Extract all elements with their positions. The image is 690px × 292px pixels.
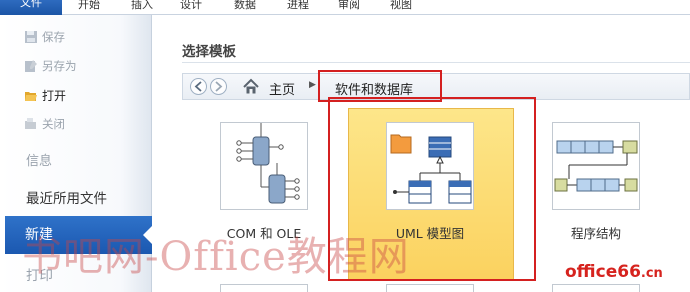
close-doc-icon bbox=[24, 117, 38, 131]
back-button[interactable] bbox=[190, 78, 207, 95]
template-thumb-com-ole[interactable] bbox=[220, 122, 308, 210]
template-thumb-row2[interactable] bbox=[220, 284, 308, 292]
program-structure-icon bbox=[554, 140, 638, 192]
template-thumb-program-structure[interactable] bbox=[552, 122, 640, 210]
close-command[interactable]: 关闭 bbox=[24, 116, 65, 132]
close-label: 关闭 bbox=[42, 117, 65, 131]
save-as-label: 另存为 bbox=[42, 59, 77, 73]
recent-files-item[interactable]: 最近所用文件 bbox=[26, 187, 107, 207]
template-label-program-structure[interactable]: 程序结构 bbox=[540, 223, 652, 242]
back-arrow-icon bbox=[194, 81, 202, 92]
save-as-icon bbox=[24, 59, 38, 73]
tab-insert[interactable]: 插入 bbox=[131, 0, 153, 12]
tab-file[interactable]: 文件 bbox=[0, 0, 62, 15]
tab-data[interactable]: 数据 bbox=[234, 0, 256, 12]
tab-process[interactable]: 进程 bbox=[287, 0, 309, 12]
open-folder-icon bbox=[24, 89, 38, 103]
site-name: office66 bbox=[565, 262, 641, 282]
open-label: 打开 bbox=[42, 89, 67, 103]
info-item[interactable]: 信息 bbox=[26, 150, 52, 169]
site-suffix: .cn bbox=[640, 266, 663, 281]
save-as-command[interactable]: 另存为 bbox=[24, 58, 77, 74]
ribbon-tab-bar: 文件 开始 插入 设计 数据 进程 审阅 视图 bbox=[0, 0, 690, 15]
divider bbox=[182, 62, 690, 63]
tab-home[interactable]: 开始 bbox=[78, 0, 100, 12]
template-thumb-row2[interactable] bbox=[386, 284, 474, 292]
breadcrumb-home[interactable]: 主页 bbox=[269, 79, 295, 98]
forward-button[interactable] bbox=[210, 78, 227, 95]
save-command[interactable]: 保存 bbox=[24, 29, 65, 45]
page-title: 选择模板 bbox=[182, 44, 236, 60]
open-command[interactable]: 打开 bbox=[24, 87, 66, 104]
tab-view[interactable]: 视图 bbox=[390, 0, 412, 12]
site-watermark: office66.cn bbox=[565, 262, 663, 282]
forward-arrow-icon bbox=[215, 81, 223, 92]
home-icon[interactable] bbox=[241, 77, 261, 97]
tab-design[interactable]: 设计 bbox=[180, 0, 202, 12]
watermark-text: 书吧网-Office教程网 bbox=[22, 234, 410, 280]
breadcrumb-separator-icon: ▶ bbox=[309, 80, 316, 90]
com-ole-diagram-icon bbox=[236, 123, 300, 204]
tab-review[interactable]: 审阅 bbox=[338, 0, 360, 12]
save-label: 保存 bbox=[42, 30, 65, 44]
save-icon bbox=[24, 30, 38, 44]
template-thumb-row2[interactable] bbox=[552, 284, 640, 292]
